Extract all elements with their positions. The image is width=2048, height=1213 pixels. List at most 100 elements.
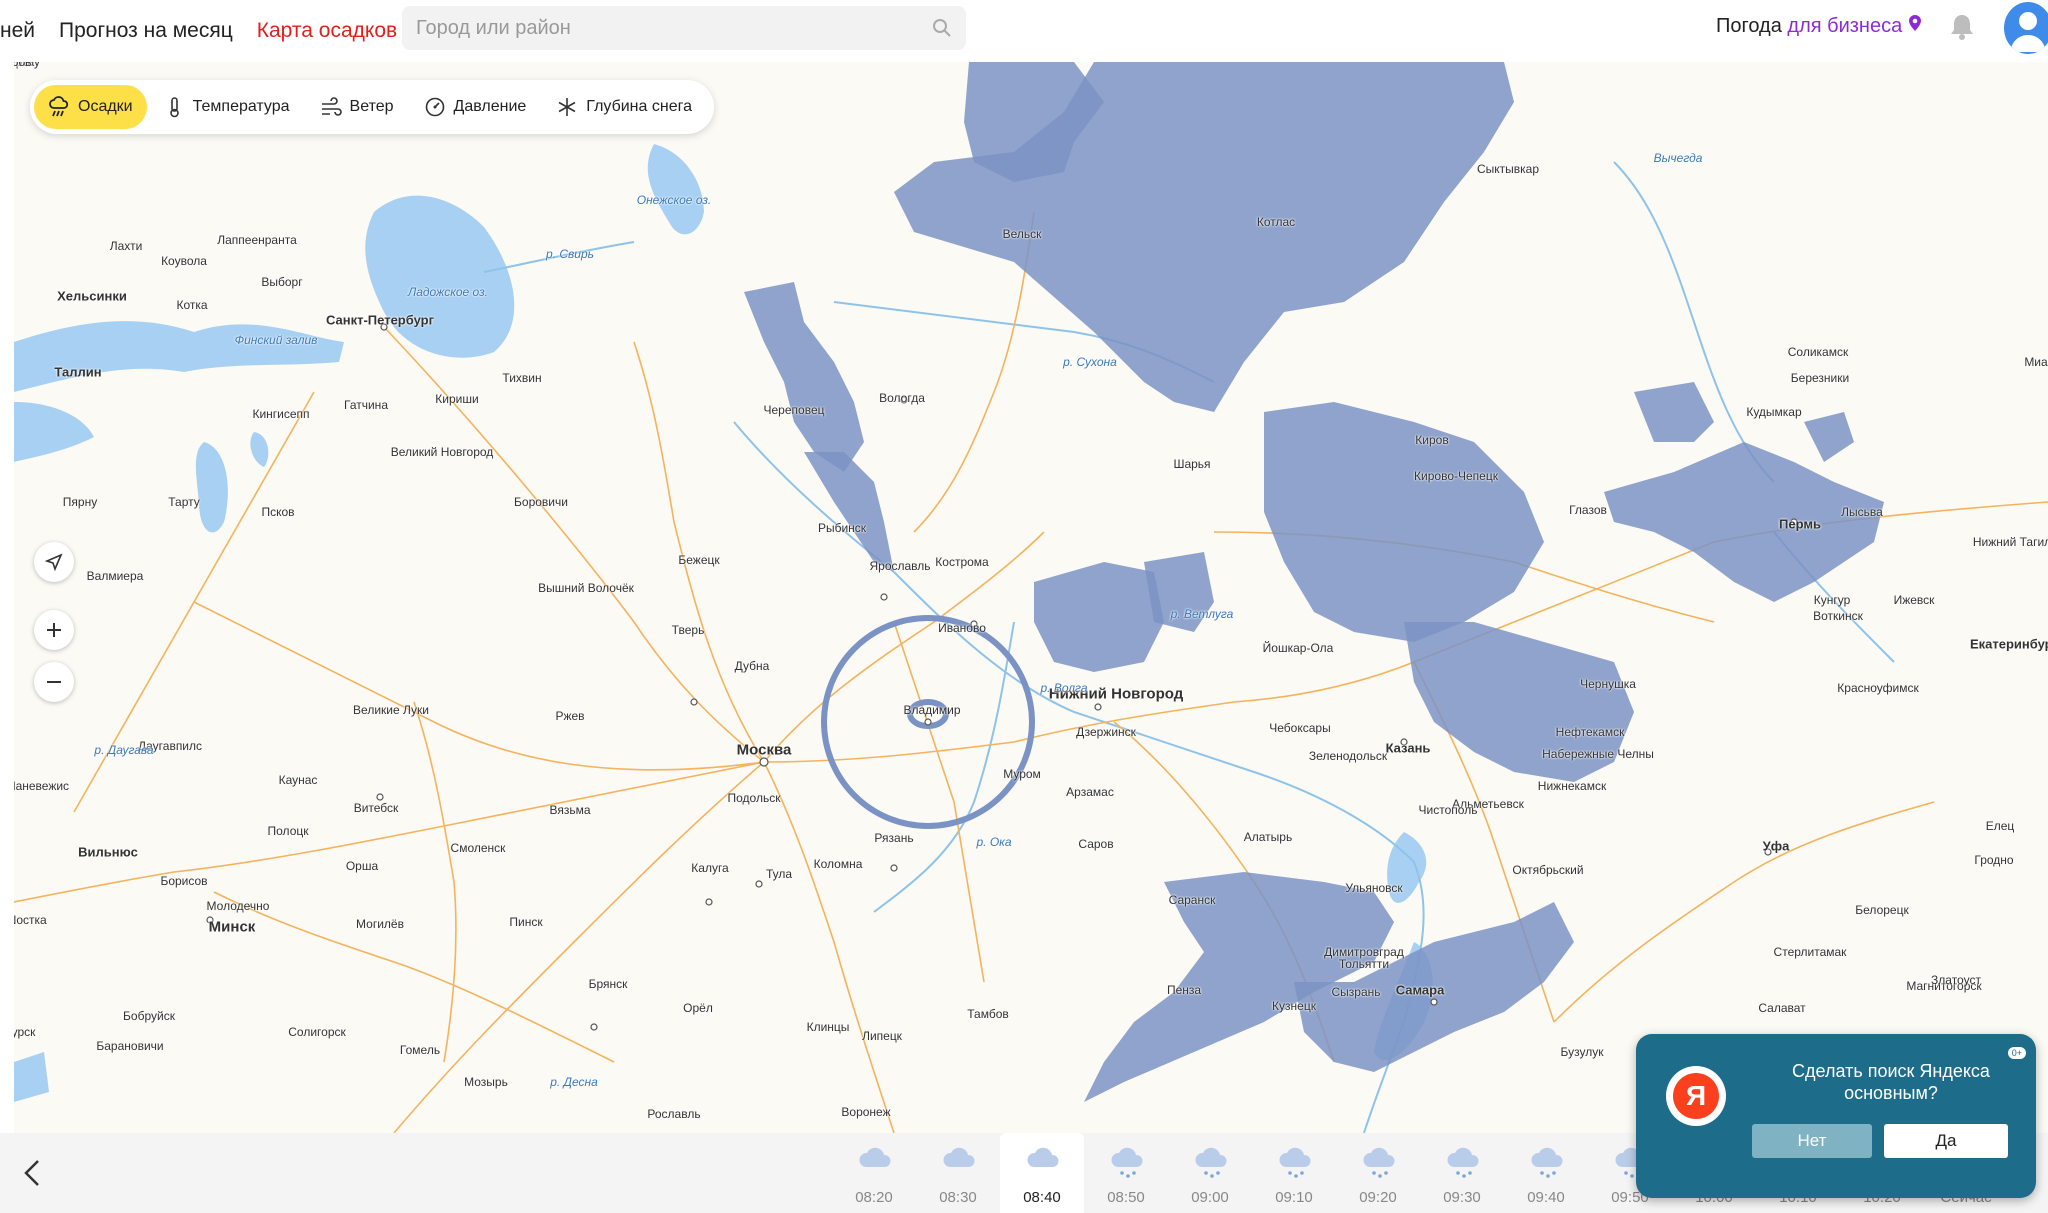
city-label: Миасс [2024, 355, 2048, 369]
nav-month-forecast-link[interactable]: Прогноз на месяц [59, 19, 233, 43]
business-link[interactable]: Погода для бизнеса [1716, 14, 1922, 38]
layer-snow-depth-label: Глубина снега [586, 98, 692, 115]
layer-temperature[interactable]: Температура [149, 85, 304, 129]
city-label: Выборг [261, 275, 303, 289]
city-label: Красноуфимск [1837, 681, 1919, 695]
city-label: Шостка [14, 913, 47, 927]
city-label: Соликамск [1787, 345, 1849, 359]
zoom-in-button[interactable] [34, 610, 74, 650]
city-label: Кузнецк [1272, 999, 1316, 1013]
snowflake-icon [558, 98, 576, 116]
city-label: Коломна [813, 857, 863, 871]
layer-snow-depth[interactable]: Глубина снега [542, 85, 706, 129]
nav-days-link[interactable]: ней [0, 19, 35, 43]
time-slot[interactable]: 09:10 [1252, 1133, 1336, 1213]
city-label: Сызрань [1331, 985, 1381, 999]
city-label: Вельск [1002, 227, 1042, 241]
city-label: Арзамас [1066, 785, 1114, 799]
top-nav: ней Прогноз на месяц Карта осадков [0, 19, 421, 43]
city-label: Тула [765, 867, 793, 881]
city-label: Кострома [935, 555, 989, 569]
city-label: Шарья [1173, 457, 1211, 471]
layer-precipitation[interactable]: Осадки [34, 85, 147, 129]
time-slot[interactable]: 08:20 [832, 1133, 916, 1213]
cloud-icon [943, 1147, 975, 1167]
city-label: Бузулук [1560, 1045, 1604, 1059]
city-label: Валмиера [86, 569, 144, 583]
time-slot[interactable]: 08:50 [1084, 1133, 1168, 1213]
city-label: Москва [736, 741, 792, 759]
time-label: 08:50 [1107, 1189, 1145, 1206]
time-label: 08:30 [939, 1189, 977, 1206]
city-label: Боровичи [514, 495, 568, 509]
water-label: р. Ока [976, 835, 1012, 849]
cloud-snow-icon [1363, 1147, 1395, 1178]
time-slot[interactable]: 09:30 [1420, 1133, 1504, 1213]
city-label: Хельсинки [57, 288, 127, 304]
time-slot[interactable]: 09:20 [1336, 1133, 1420, 1213]
locate-button[interactable] [34, 542, 74, 582]
precipitation-areas [744, 62, 1884, 1102]
city-label: Салават [1758, 1001, 1806, 1015]
city-label: Елец [1985, 819, 2015, 833]
city-label: Воткинск [1813, 609, 1863, 623]
city-label: Киров [1415, 433, 1449, 447]
time-slot[interactable]: 08:30 [916, 1133, 1000, 1213]
decline-button[interactable]: Нет [1752, 1124, 1872, 1158]
city-label: Нижнекамск [1537, 779, 1607, 793]
layer-pressure[interactable]: Давление [410, 85, 541, 129]
city-label: Йошкар-Ола [1262, 641, 1334, 655]
city-label: Кириши [435, 392, 479, 406]
default-search-popup: Я Сделать поиск Яндекса основным? 0+ Нет… [1636, 1034, 2036, 1198]
user-avatar[interactable] [2004, 2, 2048, 54]
search-placeholder: Город или район [416, 16, 571, 39]
city-label: Гатчина [344, 398, 388, 412]
time-slot[interactable]: 09:40 [1504, 1133, 1588, 1213]
city-label: Пинск [509, 915, 543, 929]
age-rating-badge: 0+ [2007, 1047, 2026, 1059]
time-label: 08:40 [1023, 1189, 1061, 1206]
city-label: Ярославль [869, 559, 931, 573]
page: { "header": { "nav": ["ней", "Прогноз на… [0, 0, 2048, 1213]
city-label: Бобруйск [123, 1009, 175, 1023]
city-label: Рязань [874, 831, 914, 845]
city-label: Гомель [399, 1043, 441, 1057]
city-label: Рыбинск [817, 521, 867, 535]
city-label: Рославль [647, 1107, 701, 1121]
pressure-gauge-icon [425, 97, 444, 117]
city-label: Ижевск [1893, 593, 1935, 607]
city-label: Саранск [1168, 893, 1216, 907]
nav-precip-map-link[interactable]: Карта осадков [257, 19, 397, 43]
city-label: Таллин [54, 364, 102, 380]
bell-icon[interactable] [1948, 12, 1976, 42]
layer-precipitation-label: Осадки [78, 98, 133, 115]
chevron-left-icon[interactable] [16, 1155, 52, 1191]
city-label: Тамбов [967, 1007, 1009, 1021]
city-label: Липецк [862, 1029, 902, 1043]
city-label: Димитровград [1324, 945, 1404, 959]
search-input[interactable]: Город или район [402, 6, 966, 50]
time-label: 09:00 [1191, 1189, 1229, 1206]
city-label: Смоленск [450, 841, 506, 855]
city-label: Дзержинск [1076, 725, 1136, 739]
search-icon[interactable] [932, 18, 952, 38]
layer-wind-label: Ветер [349, 98, 394, 115]
accept-button[interactable]: Да [1884, 1124, 2008, 1158]
zoom-out-button[interactable] [34, 662, 74, 702]
precipitation-map[interactable]: Москва Санкт-Петербург Хельсинки Таллин Минс… [14, 62, 2048, 1133]
city-label: Чебоксары [1269, 721, 1331, 735]
layer-wind[interactable]: Ветер [306, 85, 408, 129]
business-prefix: Погода [1716, 15, 1782, 37]
city-label: Екатеринбург [1969, 636, 2048, 652]
city-label: Зеленодольск [1308, 749, 1388, 763]
time-slot[interactable]: 08:40 [1000, 1133, 1084, 1213]
city-label: Великие Луки [353, 703, 429, 717]
city-label: Подольск [727, 791, 781, 805]
city-label: Владимир [903, 703, 961, 717]
city-label: Казань [1385, 740, 1431, 756]
layer-temperature-label: Температура [192, 98, 290, 115]
time-slot[interactable]: 09:00 [1168, 1133, 1252, 1213]
cloud-snow-icon [1195, 1147, 1227, 1178]
city-label: Клинцы [806, 1020, 850, 1034]
city-label: Набережные Челны [1542, 747, 1654, 761]
